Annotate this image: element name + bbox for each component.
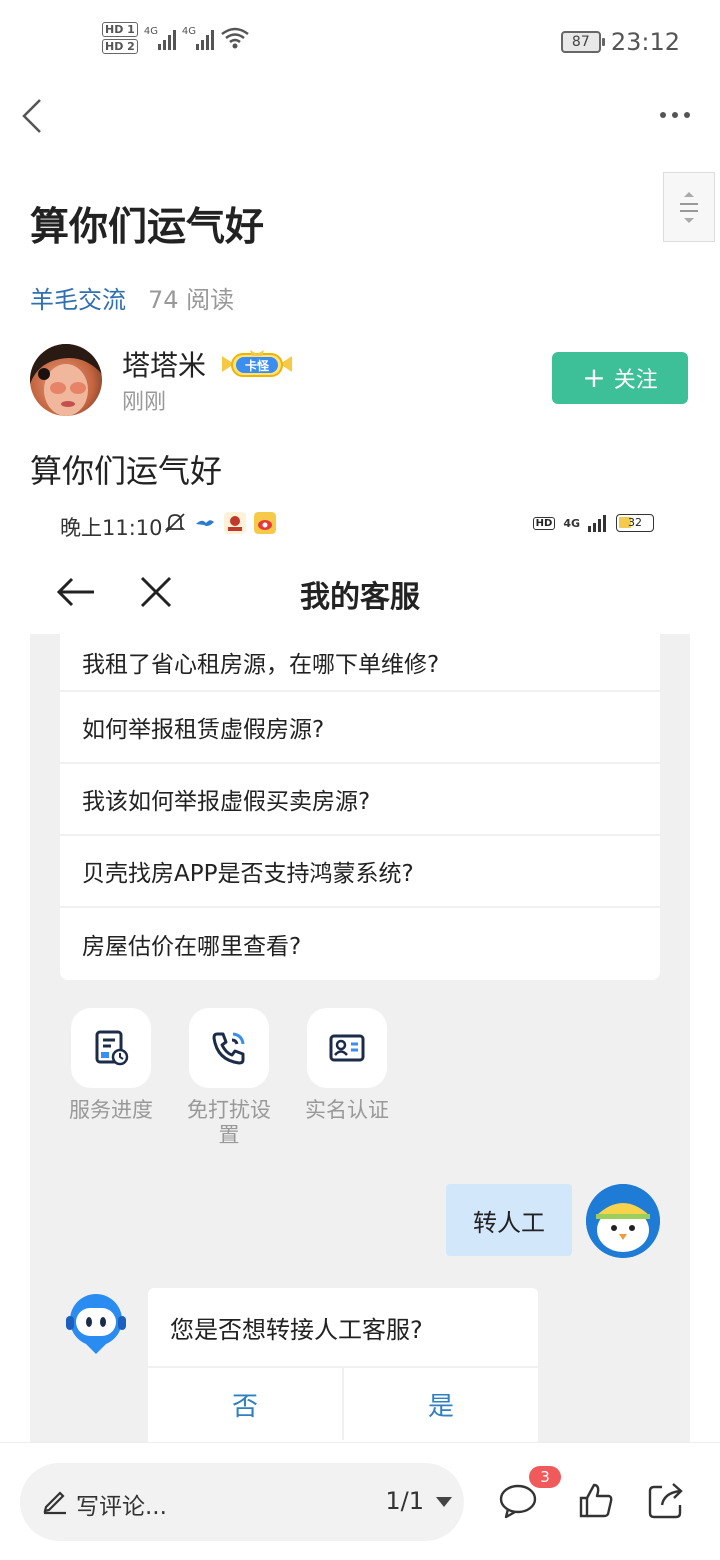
level-badge: 卡怪: [222, 350, 292, 377]
page-indicator[interactable]: 1/1: [385, 1487, 424, 1515]
embedded-signal-icon: [588, 515, 606, 532]
game-app-icon: [224, 512, 246, 534]
author-row: 塔塔米 卡怪 刚刚 + 关注: [30, 344, 690, 418]
service-tools: 服务进度 免打扰设置 实名认证: [69, 1008, 389, 1148]
status-bar: HD 1 HD 2 4G 4G 87 23:12: [0, 0, 720, 90]
battery-level: 87: [571, 34, 590, 50]
weibo-app-icon: [254, 512, 276, 534]
signal-2-icon: 4G: [182, 26, 214, 50]
caret-up-icon: [684, 191, 694, 197]
hd2-indicator: HD 2: [102, 39, 138, 54]
signal-1-label: 4G: [143, 26, 158, 37]
more-options-button[interactable]: [660, 112, 690, 118]
pen-icon: [43, 1491, 66, 1515]
hd1-indicator: HD 1: [102, 22, 138, 37]
faq-item[interactable]: 贝壳找房APP是否支持鸿蒙系统?: [60, 836, 660, 908]
bird-app-icon: [196, 520, 214, 526]
follow-button[interactable]: + 关注: [552, 352, 688, 404]
share-icon[interactable]: [646, 1481, 686, 1521]
embedded-status-right: HD 4G 32: [532, 514, 654, 532]
embedded-battery-icon: 32: [616, 514, 654, 532]
comment-input[interactable]: 写评论... 1/1: [20, 1463, 464, 1541]
sim-indicators: HD 1 HD 2: [102, 22, 138, 54]
tool-label: 实名认证: [305, 1098, 389, 1122]
caret-down-icon: [684, 217, 694, 223]
faq-list: 我租了省心租房源，在哪下单维修? 如何举报租赁虚假房源? 我该如何举报虚假买卖房…: [60, 634, 660, 980]
tool-do-not-disturb[interactable]: 免打扰设置: [187, 1008, 271, 1148]
read-count: 74 阅读: [148, 286, 235, 314]
battery-icon: 87: [560, 31, 605, 53]
status-right: 87 23:12: [560, 28, 680, 56]
status-left: HD 1 HD 2 4G 4G: [102, 22, 250, 54]
post-meta: 羊毛交流 74 阅读: [30, 280, 234, 315]
bot-question: 您是否想转接人工客服?: [148, 1288, 538, 1368]
comment-count-badge: 3: [529, 1466, 561, 1488]
faq-item[interactable]: 我租了省心租房源，在哪下单维修?: [60, 634, 660, 692]
back-button[interactable]: [18, 96, 48, 136]
avatar[interactable]: [30, 344, 102, 416]
phone-call-icon: [189, 1008, 269, 1088]
tool-label: 服务进度: [69, 1098, 153, 1122]
comment-placeholder: 写评论...: [76, 1494, 167, 1520]
level-badge-text: 卡怪: [245, 358, 270, 373]
comment-icon[interactable]: [498, 1481, 538, 1521]
embedded-hd: HD: [532, 516, 556, 530]
post-body: 算你们运气好: [30, 452, 223, 490]
embedded-screenshot[interactable]: 晚上11:10 HD 4G 32 我的客服 我租了省心租房源，在哪下单维修? 如…: [30, 500, 690, 1442]
faq-item[interactable]: 房屋估价在哪里查看?: [60, 908, 660, 980]
embedded-notification-icons: [164, 512, 276, 534]
clock: 23:12: [610, 28, 680, 56]
caret-down-icon[interactable]: [436, 1497, 452, 1507]
option-no-button[interactable]: 否: [148, 1368, 342, 1440]
scroll-handle[interactable]: [663, 172, 715, 242]
option-yes-button[interactable]: 是: [342, 1368, 538, 1440]
bot-options: 否 是: [148, 1368, 538, 1440]
user-avatar: [586, 1184, 660, 1258]
author-name[interactable]: 塔塔米: [122, 344, 206, 384]
wifi-icon: [221, 27, 249, 49]
bot-avatar: [66, 1294, 126, 1354]
embedded-time: 晚上11:10: [60, 516, 163, 540]
document-clock-icon: [71, 1008, 151, 1088]
embedded-status-bar: 晚上11:10 HD 4G 32: [30, 500, 690, 552]
bottom-bar: 写评论... 1/1: [0, 1442, 720, 1560]
id-card-icon: [307, 1008, 387, 1088]
embedded-nav: 我的客服: [30, 552, 690, 634]
follow-label: 关注: [613, 368, 658, 393]
post-title: 算你们运气好: [30, 205, 265, 250]
signal-1-icon: 4G: [144, 26, 176, 50]
post-time: 刚刚: [122, 390, 167, 415]
mute-bell-icon: [164, 513, 186, 533]
embedded-battery-level: 32: [628, 516, 642, 529]
user-message-bubble: 转人工: [446, 1184, 572, 1256]
faq-item[interactable]: 我该如何举报虚假买卖房源?: [60, 764, 660, 836]
embedded-page-title: 我的客服: [300, 580, 420, 615]
tool-label: 免打扰设置: [187, 1098, 271, 1147]
bot-message-card: 您是否想转接人工客服? 否 是: [148, 1288, 538, 1442]
plus-icon: +: [582, 361, 606, 394]
tool-service-progress[interactable]: 服务进度: [69, 1008, 153, 1148]
category-link[interactable]: 羊毛交流: [30, 280, 126, 315]
faq-item[interactable]: 如何举报租赁虚假房源?: [60, 692, 660, 764]
tool-real-name-auth[interactable]: 实名认证: [305, 1008, 389, 1148]
like-icon[interactable]: [576, 1481, 616, 1521]
embedded-net: 4G: [563, 516, 580, 530]
signal-2-label: 4G: [181, 26, 196, 37]
